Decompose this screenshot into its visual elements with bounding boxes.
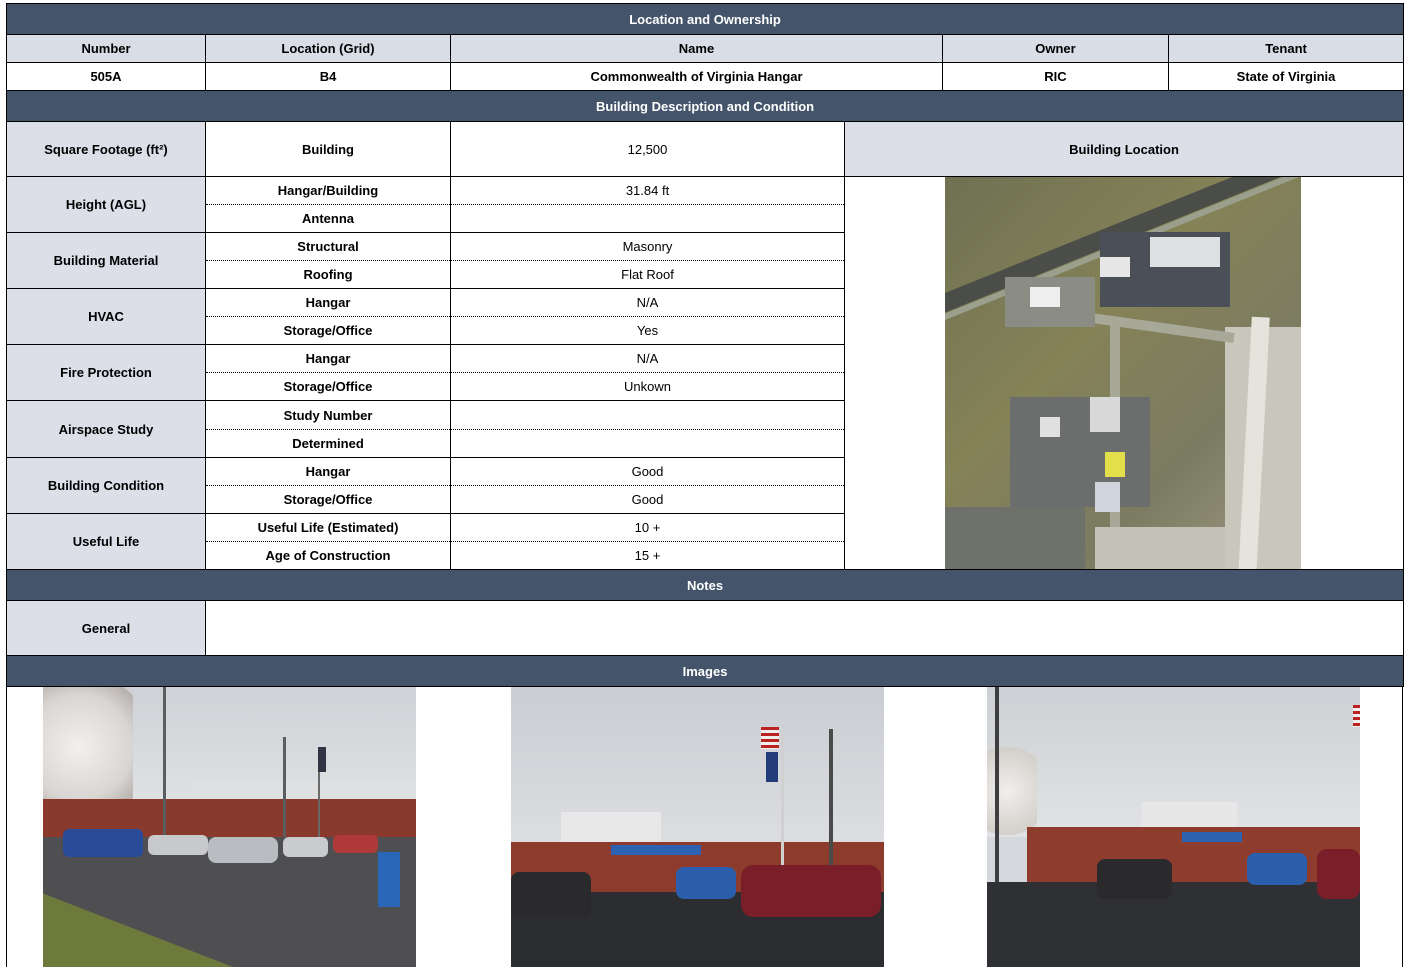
- images-header: Images: [5, 655, 1405, 687]
- airspace-study-label: Airspace Study: [6, 400, 206, 458]
- square-footage-sub: Building: [205, 121, 451, 177]
- value-owner: RIC: [942, 62, 1169, 91]
- height-hangar-sub: Hangar/Building: [205, 176, 451, 205]
- age-of-construction-value: 15 +: [450, 541, 845, 570]
- sheet-table: Location and Ownership Number Location (…: [5, 3, 1405, 687]
- airspace-study-number-sub: Study Number: [205, 400, 451, 430]
- height-hangar-value: 31.84 ft: [450, 176, 845, 205]
- general-notes-value: [204, 600, 1405, 656]
- building-photo-2: [511, 687, 884, 967]
- condition-storage-sub: Storage/Office: [205, 484, 451, 514]
- fire-protection-label: Fire Protection: [6, 344, 206, 402]
- age-of-construction-sub: Age of Construction: [205, 541, 451, 570]
- hvac-label: HVAC: [6, 288, 206, 346]
- airspace-study-number-value: [450, 400, 845, 430]
- aerial-map-image: [945, 177, 1301, 569]
- value-tenant: State of Virginia: [1167, 62, 1405, 91]
- general-notes-label: General: [6, 600, 206, 656]
- hvac-hangar-sub: Hangar: [205, 288, 451, 318]
- hvac-storage-value: Yes: [450, 316, 845, 346]
- square-footage-label: Square Footage (ft²): [6, 121, 206, 177]
- material-structural-sub: Structural: [205, 231, 451, 262]
- building-photo-1: [43, 687, 416, 967]
- fire-storage-sub: Storage/Office: [205, 372, 451, 402]
- height-label: Height (AGL): [6, 176, 206, 233]
- col-header-number: Number: [6, 34, 206, 63]
- square-footage-value: 12,500: [450, 121, 845, 177]
- material-roofing-value: Flat Roof: [450, 260, 845, 290]
- fire-hangar-value: N/A: [450, 344, 845, 374]
- col-header-name: Name: [450, 34, 943, 63]
- notes-header: Notes: [5, 569, 1405, 601]
- building-location-cell: [843, 176, 1405, 570]
- building-data-sheet: Location and Ownership Number Location (…: [5, 3, 1405, 967]
- airspace-determined-value: [450, 428, 845, 458]
- col-header-tenant: Tenant: [1167, 34, 1405, 63]
- useful-life-estimated-value: 10 +: [450, 512, 845, 543]
- fire-storage-value: Unkown: [450, 372, 845, 402]
- building-condition-label: Building Condition: [6, 456, 206, 514]
- useful-life-estimated-sub: Useful Life (Estimated): [205, 512, 451, 543]
- height-antenna-value: [450, 204, 845, 233]
- material-structural-value: Masonry: [450, 231, 845, 262]
- building-description-header: Building Description and Condition: [5, 90, 1405, 122]
- height-antenna-sub: Antenna: [205, 204, 451, 233]
- airspace-determined-sub: Determined: [205, 428, 451, 458]
- useful-life-label: Useful Life: [6, 512, 206, 571]
- building-location-label: Building Location: [843, 121, 1405, 177]
- col-header-owner: Owner: [942, 34, 1169, 63]
- value-number: 505A: [6, 62, 206, 91]
- hvac-storage-sub: Storage/Office: [205, 316, 451, 346]
- location-ownership-header: Location and Ownership: [5, 3, 1405, 35]
- value-location-grid: B4: [205, 62, 451, 91]
- condition-storage-value: Good: [450, 484, 845, 514]
- condition-hangar-value: Good: [450, 456, 845, 486]
- fire-hangar-sub: Hangar: [205, 344, 451, 374]
- building-material-label: Building Material: [6, 231, 206, 290]
- material-roofing-sub: Roofing: [205, 260, 451, 290]
- col-header-location-grid: Location (Grid): [205, 34, 451, 63]
- hvac-hangar-value: N/A: [450, 288, 845, 318]
- building-photo-3: [987, 687, 1360, 967]
- images-section: [6, 687, 1403, 967]
- condition-hangar-sub: Hangar: [205, 456, 451, 486]
- value-name: Commonwealth of Virginia Hangar: [450, 62, 943, 91]
